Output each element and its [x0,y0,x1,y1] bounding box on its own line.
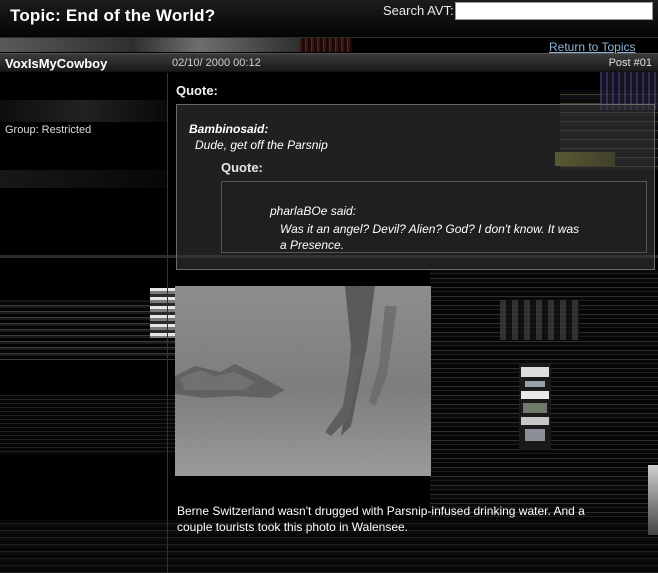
quote-attribution: Bambinosaid: [189,122,269,136]
return-to-topics-link[interactable]: Return to Topics [549,40,636,54]
post-timestamp: 02/10/ 2000 00:12 [172,57,261,69]
nested-quote-block: pharlaBOe said: Was it an angel? Devil? … [221,181,647,253]
quote-label: Quote: [176,83,218,98]
topic-title: Topic: End of the World? [10,6,216,25]
glitch-strip-graphic [519,363,551,450]
quote-block: Bambinosaid: Dude, get off the Parsnip Q… [176,104,655,270]
author-group: Group: Restricted [5,124,92,136]
search-input[interactable] [455,2,653,20]
post-message-text: Berne Switzerland wasn't drugged with Pa… [177,504,585,534]
post-number[interactable]: Post #01 [609,57,652,69]
post-photo [175,286,431,476]
photo-image [175,286,431,476]
glitch-band [0,36,330,52]
nested-quote-text: Was it an angel? Devil? Alien? God? I do… [280,222,580,252]
post-author-name[interactable]: VoxIsMyCowboy [5,56,107,71]
post-header-bar: VoxIsMyCowboy 02/10/ 2000 00:12 Post #01 [0,53,658,72]
post-author-column: Group: Restricted [0,73,168,573]
topic-header-bar: Topic: End of the World? Search AVT: [0,0,658,38]
nested-quote-label: Quote: [221,160,263,175]
glitch-strip [519,363,551,450]
post-body: Quote: Bambinosaid: Dude, get off the Pa… [168,73,658,573]
search-label: Search AVT: [383,3,454,18]
quote-text: Dude, get off the Parsnip [195,138,328,152]
nested-quote-attribution: pharlaBOe said: [270,204,357,218]
